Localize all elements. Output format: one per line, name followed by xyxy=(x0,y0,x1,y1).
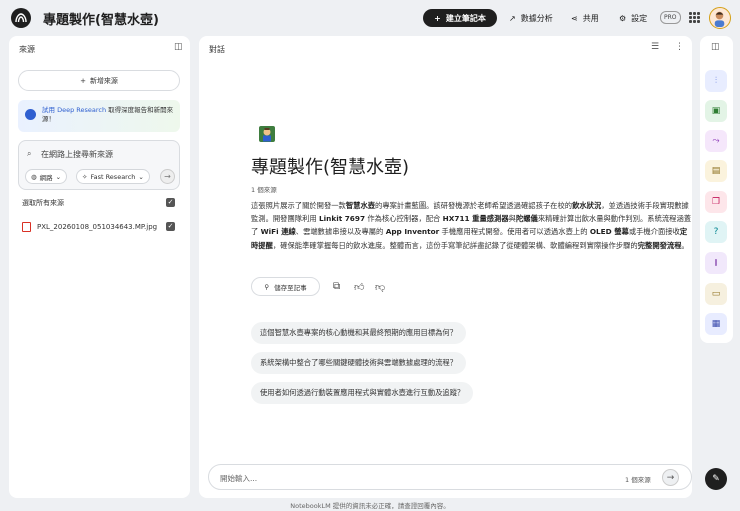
summary-text: 或手機介面接收 xyxy=(628,227,680,237)
summary-text: 作為核心控制器，配合 xyxy=(365,214,443,224)
web-filter-chip[interactable]: ◍ 網路 ⌄ xyxy=(25,169,68,184)
create-notebook-button[interactable]: + 建立筆記本 xyxy=(423,9,497,27)
settings-label: 設定 xyxy=(631,13,648,23)
top-bar: 專題製作(智慧水壺) + 建立筆記本 ↗ 數據分析 ⋖ 共用 ⚙ 設定 PRO xyxy=(0,0,740,36)
save-to-note-label: 儲存至記事 xyxy=(274,283,307,292)
suggested-question[interactable]: 使用者如何透過行動裝置應用程式與實體水壺進行互動及追蹤？ xyxy=(251,382,474,404)
note-icon: ✎ xyxy=(712,474,720,484)
disclaimer-footer: NotebookLM 提供的資訊未必正確，請查證回覆內容。 xyxy=(290,502,450,510)
web-filter-label: 網路 xyxy=(39,173,53,182)
deep-research-banner[interactable]: 試用 Deep Research 取得深度報告和新開來源！ xyxy=(18,100,180,132)
summary-text: 。 xyxy=(681,240,689,250)
research-mode-label: Fast Research xyxy=(90,172,136,181)
search-submit-button[interactable]: → xyxy=(160,169,175,184)
suggested-question[interactable]: 系統架構中整合了哪些關鍵硬體技術與雲端數據處理的流程？ xyxy=(251,352,467,374)
avatar[interactable] xyxy=(709,7,731,29)
add-source-button[interactable]: + 新增來源 xyxy=(18,70,180,91)
share-label: 共用 xyxy=(582,13,599,23)
summary-text: 的專案計畫藍圖。該研發機源於老師希望透過確認孩子在校的 xyxy=(375,201,573,210)
chat-panel-title: 對話 xyxy=(209,45,225,54)
pro-badge: PRO xyxy=(660,11,681,24)
summary-keyword: 完整開發流程 xyxy=(637,240,682,250)
select-all-label: 選取所有來源 xyxy=(22,199,64,207)
summary-keyword: HX711 重量感測器 xyxy=(442,214,509,224)
flashcards-icon[interactable]: ❐ xyxy=(705,191,727,213)
summary-text: ，確保能準確掌握每日的飲水進度。整體而言，這份手寫筆記詳盡記錄了從硬體架構、軟體… xyxy=(272,240,638,250)
summary-keyword: 陀螺儀 xyxy=(515,214,538,224)
infographic-icon[interactable]: ⫾ xyxy=(705,252,727,274)
source-count: 1 個來源 xyxy=(251,186,277,194)
notebooklm-logo-icon[interactable] xyxy=(11,8,31,28)
source-item-name: PXL_20260108_051034643.MP.jpg xyxy=(37,223,158,231)
more-vert-icon[interactable]: ⋮ xyxy=(675,42,684,52)
notebook-title[interactable]: 專題製作(智慧水壺) xyxy=(43,9,159,28)
summary-keyword: App Inventor xyxy=(385,227,440,237)
notebook-summary: 這張照片展示了關於開發一款智慧水壺的專案計畫藍圖。該研發機源於老師希望透過確認孩… xyxy=(251,199,693,252)
arrow-right-icon: → xyxy=(164,172,171,181)
chevron-down-icon: ⌄ xyxy=(138,172,144,181)
web-search-box[interactable]: ⌕ 在網路上搜尋新來源 ◍ 網路 ⌄ ✧ Fast Research ⌄ → xyxy=(18,140,180,190)
summary-keyword: 飲水狀況 xyxy=(572,201,602,210)
create-notebook-label: 建立筆記本 xyxy=(445,13,486,23)
collapse-panel-icon[interactable]: ◫ xyxy=(174,42,183,52)
summary-text: 與 xyxy=(508,214,516,224)
audio-overview-icon[interactable]: ⫶ xyxy=(705,70,727,92)
summary-keyword: OLED 螢幕 xyxy=(589,227,629,237)
slides-icon[interactable]: ▭ xyxy=(705,283,727,305)
source-checkbox[interactable]: ✓ xyxy=(166,222,175,231)
apps-grid-icon[interactable] xyxy=(689,12,700,23)
chat-panel: 對話 ☰ ⋮ xyxy=(199,36,692,498)
summary-text: 、雲端數據串接以及專屬的 xyxy=(295,227,386,237)
data-table-icon[interactable]: ▦ xyxy=(705,313,727,335)
add-note-button[interactable]: ✎ xyxy=(705,468,727,490)
suggested-question[interactable]: 這個智慧水壺專案的核心動機和其最終預期的應用目標為何？ xyxy=(251,322,467,344)
summary-keyword: WiFi 連線 xyxy=(260,227,296,237)
arrow-right-icon: → xyxy=(666,472,675,483)
notebook-heading: 專題製作(智慧水壺) xyxy=(251,157,410,178)
notebook-emoji-icon xyxy=(258,125,276,143)
summary-text: 手機應用程式開發。使用者可以透過水壺上的 xyxy=(439,227,590,237)
send-button[interactable]: → xyxy=(662,469,679,486)
plus-icon: + xyxy=(80,76,86,85)
research-mode-chip[interactable]: ✧ Fast Research ⌄ xyxy=(76,169,150,184)
reports-icon[interactable]: ▤ xyxy=(705,160,727,182)
sparkle-icon: ✧ xyxy=(82,172,88,181)
summary-keyword: Linkit 7697 xyxy=(319,214,366,224)
mind-map-icon[interactable]: ⤳ xyxy=(705,130,727,152)
video-overview-icon[interactable]: ▣ xyxy=(705,100,727,122)
search-icon: ⌕ xyxy=(27,149,32,158)
copy-icon[interactable]: ⧉ xyxy=(333,281,340,292)
thumbs-up-icon[interactable]: 👍︎ xyxy=(354,281,364,293)
chevron-down-icon: ⌄ xyxy=(55,172,62,181)
thumbs-down-icon[interactable]: 👎︎ xyxy=(375,281,385,293)
expand-panel-icon[interactable]: ◫ xyxy=(711,42,720,52)
trend-chart-icon: ↗ xyxy=(509,13,516,23)
select-all-checkbox[interactable]: ✓ xyxy=(166,198,175,207)
settings-button[interactable]: ⚙ 設定 xyxy=(619,9,647,27)
input-source-count: 1 個來源 xyxy=(625,476,651,484)
chat-input[interactable]: 開始輸入... 1 個來源 → xyxy=(208,464,692,490)
tune-icon[interactable]: ☰ xyxy=(651,42,659,52)
plus-icon: + xyxy=(434,13,441,23)
add-source-label: 新增來源 xyxy=(89,76,118,85)
image-file-icon xyxy=(22,222,31,232)
deep-research-link[interactable]: 試用 Deep Research xyxy=(42,106,106,114)
analytics-button[interactable]: ↗ 數據分析 xyxy=(509,9,553,27)
share-icon: ⋖ xyxy=(571,13,578,23)
share-button[interactable]: ⋖ 共用 xyxy=(571,9,599,27)
chat-input-placeholder: 開始輸入... xyxy=(220,474,258,483)
search-input[interactable]: 在網路上搜尋新來源 xyxy=(41,149,113,160)
source-item[interactable]: PXL_20260108_051034643.MP.jpg xyxy=(22,222,157,232)
pin-icon: ⚲ xyxy=(264,282,270,291)
sources-panel-title: 來源 xyxy=(19,45,35,54)
analytics-label: 數據分析 xyxy=(520,13,553,23)
summary-keyword: 智慧水壺 xyxy=(345,201,376,210)
summary-text: 這張照片展示了關於開發一款 xyxy=(251,201,346,210)
globe-icon: ◍ xyxy=(31,172,37,181)
gear-icon: ⚙ xyxy=(619,13,627,23)
deep-research-icon xyxy=(25,109,36,120)
quiz-icon[interactable]: ? xyxy=(705,221,727,243)
save-to-note-button[interactable]: ⚲ 儲存至記事 xyxy=(251,277,320,296)
